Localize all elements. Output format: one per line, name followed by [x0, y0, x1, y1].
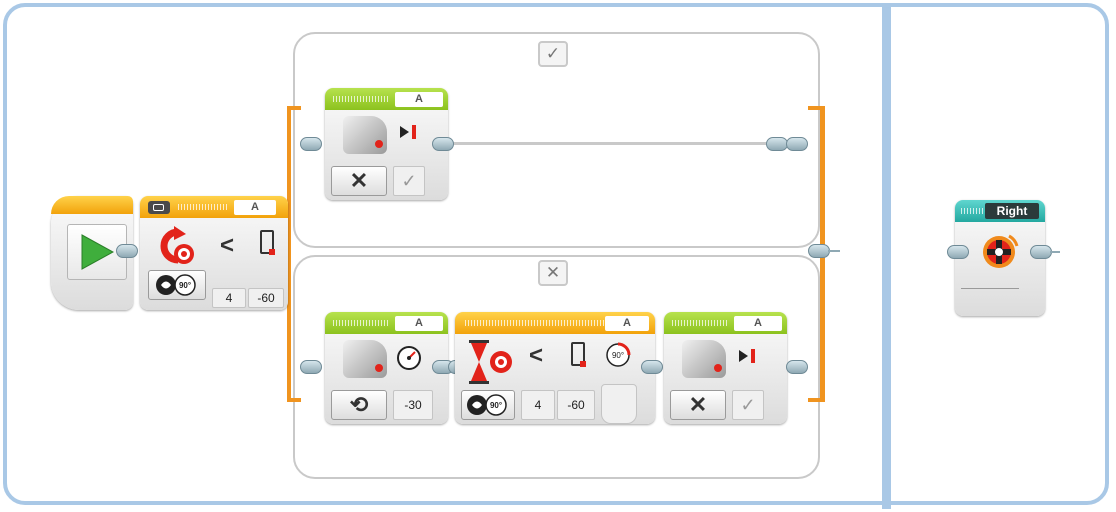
motor-rotation-icon[interactable]	[489, 350, 513, 374]
motor-block-header: A	[325, 88, 448, 110]
compare-operator[interactable]: <	[220, 232, 234, 260]
motor-power-input[interactable]: -30	[393, 390, 433, 420]
condition-port[interactable]: A	[234, 200, 276, 215]
sequence-wire	[808, 398, 822, 402]
header-grip	[333, 96, 389, 102]
sequence-wire	[448, 142, 773, 145]
header-grip	[465, 320, 605, 326]
compare-value-b[interactable]: -60	[248, 288, 284, 308]
header-grip	[333, 320, 389, 326]
false-motor-stop-block[interactable]: A ✕ ✓	[664, 312, 787, 424]
sequence-wire	[287, 398, 301, 402]
check-icon: ✓	[545, 44, 561, 63]
myblock-divider	[961, 288, 1019, 289]
medium-motor-icon[interactable]	[343, 116, 387, 154]
play-icon	[81, 234, 114, 270]
motor-rotation-compare-icon[interactable]	[152, 226, 196, 268]
switch-out-plug[interactable]	[808, 244, 830, 258]
wait-degrees-mode-button[interactable]: 90°	[461, 390, 515, 420]
myblock-out-wire	[1050, 251, 1060, 253]
switch-condition-block[interactable]: A < 90° 4 -60	[140, 196, 288, 310]
wait-out-plug[interactable]	[641, 360, 663, 374]
canvas-divider	[882, 3, 891, 509]
compare-value-a[interactable]: 4	[212, 288, 246, 308]
degrees-mode-icon: 90°	[467, 394, 507, 416]
wait-block-header: A	[455, 312, 655, 334]
wait-value-a[interactable]: 4	[521, 390, 555, 420]
threshold-icon	[260, 230, 275, 255]
switch-out-wire	[828, 250, 840, 252]
motor-block-header: A	[325, 312, 448, 334]
false-case-in-plug[interactable]	[300, 360, 322, 374]
wait-compare-operator[interactable]: <	[529, 342, 543, 370]
stop-mode-button[interactable]: ✕	[670, 390, 726, 420]
svg-text:90°: 90°	[490, 401, 502, 410]
degrees-mode-icon: 90°	[156, 274, 196, 296]
stop-mode-button[interactable]: ✕	[331, 166, 387, 196]
wait-output-plug[interactable]	[601, 384, 637, 424]
myblock-out-plug[interactable]	[1030, 245, 1052, 259]
start-out-plug[interactable]	[116, 244, 138, 258]
start-block-header	[51, 196, 133, 214]
medium-motor-icon[interactable]	[343, 340, 387, 378]
switch-view-icon[interactable]	[148, 201, 170, 214]
header-grip	[672, 320, 728, 326]
motor-port[interactable]: A	[395, 92, 443, 107]
brake-at-end-toggle[interactable]: ✓	[393, 166, 425, 196]
wait-motor-rotation-block[interactable]: A < 90° 90° 4 -60	[455, 312, 655, 424]
motor-block-header: A	[664, 312, 787, 334]
wait-port[interactable]: A	[605, 316, 649, 331]
header-grip	[961, 208, 987, 214]
motor-port[interactable]: A	[734, 316, 782, 331]
svg-text:90°: 90°	[612, 351, 624, 360]
false-motor-on-block[interactable]: A ⟲ -30	[325, 312, 448, 424]
true-case-out-plug[interactable]	[766, 137, 788, 151]
false-case-tab[interactable]: ✕	[538, 260, 568, 286]
condition-header: A	[140, 196, 288, 218]
motor-rotate-icon	[979, 232, 1019, 272]
x-icon: ✕	[545, 263, 561, 282]
svg-text:90°: 90°	[179, 281, 191, 290]
true-case-out-plug[interactable]	[786, 137, 808, 151]
true-case-tab[interactable]: ✓	[538, 41, 568, 67]
stop-icon	[739, 348, 761, 364]
header-grip	[178, 204, 228, 210]
medium-motor-icon[interactable]	[682, 340, 726, 378]
degrees-mode-button[interactable]: 90°	[148, 270, 206, 300]
speedometer-icon	[395, 344, 423, 372]
true-motor-stop-block[interactable]: A ✕ ✓	[325, 88, 448, 200]
true-case-in-plug[interactable]	[300, 137, 322, 151]
myblock-in-plug[interactable]	[947, 245, 969, 259]
myblock-header: Right	[955, 200, 1045, 222]
false-case-out-plug[interactable]	[786, 360, 808, 374]
myblock-right[interactable]: Right	[955, 200, 1045, 316]
degrees-output-icon: 90°	[605, 342, 631, 368]
condition-body: < 90° 4 -60	[146, 222, 284, 308]
stop-icon	[400, 124, 422, 140]
brake-at-end-toggle[interactable]: ✓	[732, 390, 764, 420]
hourglass-icon	[469, 340, 489, 384]
true-motor-out-plug[interactable]	[432, 137, 454, 151]
sequence-wire	[808, 106, 822, 110]
sequence-wire	[287, 106, 301, 110]
wait-value-b[interactable]: -60	[557, 390, 595, 420]
myblock-label: Right	[985, 203, 1039, 219]
motor-port[interactable]: A	[395, 316, 443, 331]
motor-on-mode-button[interactable]: ⟲	[331, 390, 387, 420]
threshold-icon	[571, 342, 586, 367]
